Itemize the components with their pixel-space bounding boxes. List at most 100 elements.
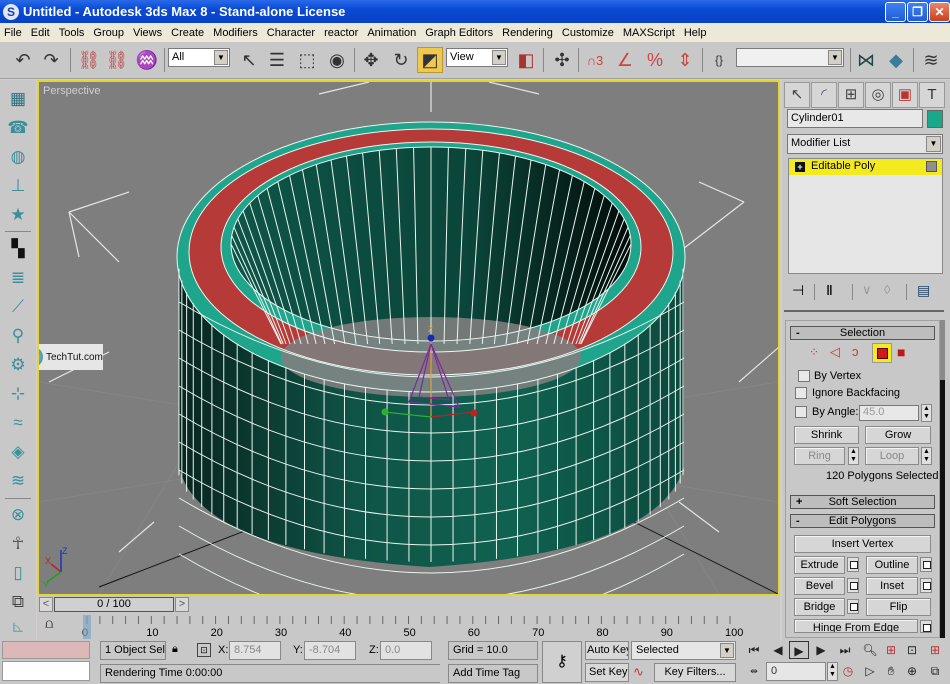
menu-tools[interactable]: Tools [59, 27, 85, 39]
extended-primitives-icon[interactable]: ☎ [6, 117, 30, 139]
minimize-button[interactable]: _ [885, 2, 906, 22]
menu-create[interactable]: Create [171, 27, 204, 39]
time-slider-thumb[interactable]: 0 / 100 [54, 597, 174, 612]
torus-knot-icon[interactable]: ⊗ [6, 504, 30, 526]
auto-key-button[interactable]: Auto Key [585, 641, 629, 660]
box-icon[interactable]: ◈ [6, 441, 30, 463]
set-keys-key-icon[interactable]: ⚷ [542, 641, 582, 683]
menu-animation[interactable]: Animation [367, 27, 416, 39]
time-next-button[interactable]: > [175, 597, 189, 612]
menu-group[interactable]: Group [93, 27, 124, 39]
insert-vertex-button[interactable]: Insert Vertex [794, 535, 931, 553]
pushpin-icon[interactable]: ⊥ [6, 175, 30, 197]
fish-icon[interactable]: ≈ [6, 412, 30, 434]
tab-hierarchy[interactable]: ⊞ [838, 82, 864, 108]
configure-modifier-sets-icon[interactable]: ▤ [917, 282, 930, 299]
menu-customize[interactable]: Customize [562, 27, 614, 39]
modifier-toggle-icon[interactable] [926, 161, 937, 172]
align-icon[interactable]: ◆ [883, 47, 909, 73]
star-icon[interactable]: ★ [6, 204, 30, 226]
redo-icon[interactable]: ↷ [38, 47, 64, 73]
arc-rotate-icon[interactable]: ⊕ [902, 662, 922, 680]
rectangular-selection-icon[interactable]: ⬚ [294, 47, 320, 73]
field-of-view-icon[interactable]: ▷ [860, 662, 880, 680]
unlink-selection-icon[interactable]: ⛓ [104, 47, 130, 73]
bone-icon[interactable]: ⟋ [6, 296, 30, 318]
current-frame-field[interactable]: 0 [766, 662, 826, 681]
menu-maxscript[interactable]: MAXScript [623, 27, 675, 39]
modifier-list-dropdown[interactable]: Modifier List ▼ [787, 134, 943, 154]
tab-utilities[interactable]: T [919, 82, 945, 108]
helper-icon[interactable]: ⊾ [6, 616, 30, 638]
bridge-settings-button[interactable] [847, 599, 859, 614]
current-frame-spinner[interactable]: ▲ ▼ [827, 662, 838, 681]
lock-icon[interactable]: 🔒︎ [172, 643, 178, 656]
loop-spinner[interactable]: ▲ ▼ [921, 447, 932, 465]
select-by-name-icon[interactable]: ☰ [264, 47, 290, 73]
bridge-button[interactable]: Bridge [794, 598, 845, 616]
go-to-start-icon[interactable]: ⏮ [744, 641, 764, 659]
angle-snap-icon[interactable]: ∠ [612, 47, 638, 73]
hinge-settings-button[interactable] [920, 620, 932, 633]
bevel-button[interactable]: Bevel [794, 577, 845, 595]
pin-stack-icon[interactable]: ⊣ [792, 282, 804, 299]
stack-item-editable-poly[interactable]: + Editable Poly [789, 159, 942, 175]
shrink-button[interactable]: Shrink [794, 426, 859, 444]
next-frame-icon[interactable]: ▶ [811, 641, 831, 659]
outline-button[interactable]: Outline [866, 556, 918, 574]
add-time-tag-button[interactable]: Add Time Tag [448, 664, 538, 683]
by-angle-checkbox[interactable] [795, 406, 807, 418]
open-mini-curve-editor-icon[interactable]: ⩍ [45, 616, 53, 632]
vertex-level-icon[interactable]: ⁘ [809, 345, 819, 359]
select-and-move-icon[interactable]: ✥ [358, 47, 384, 73]
tab-motion[interactable]: ◎ [865, 82, 891, 108]
use-pivot-point-icon[interactable]: ◧ [513, 47, 539, 73]
pan-hand-icon[interactable]: ✋︎ [881, 662, 901, 680]
time-prev-button[interactable]: < [39, 597, 53, 612]
grow-button[interactable]: Grow [865, 426, 931, 444]
menu-character[interactable]: Character [267, 27, 315, 39]
make-unique-icon[interactable]: ∨ [862, 282, 872, 298]
menu-modifiers[interactable]: Modifiers [213, 27, 258, 39]
time-configuration-icon[interactable]: ◷ [838, 662, 858, 680]
checker-material-icon[interactable]: ▚ [6, 238, 30, 260]
ignore-backfacing-checkbox[interactable] [795, 387, 807, 399]
3d-snap-icon[interactable]: ∩3 [582, 47, 608, 73]
select-object-icon[interactable]: ↖ [236, 47, 262, 73]
spring-icon[interactable]: ≣ [6, 267, 30, 289]
polygon-level-button[interactable] [872, 343, 892, 363]
window-crossing-icon[interactable]: ◉ [324, 47, 350, 73]
cubes-icon[interactable]: ⧉ [6, 591, 30, 613]
previous-frame-icon[interactable]: ◀ [768, 641, 788, 659]
z-coord-field[interactable]: 0.0 [380, 641, 432, 660]
edit-named-selection-icon[interactable]: {} [706, 47, 732, 73]
maxscript-listener-white[interactable] [2, 661, 90, 681]
show-end-result-icon[interactable]: Ⅱ [826, 282, 833, 299]
bind-space-warp-icon[interactable]: ♒ [134, 47, 160, 73]
key-mode-dropdown[interactable]: Selected ▼ [631, 641, 736, 660]
key-mode-toggle-icon[interactable]: ⇹ [744, 662, 764, 680]
object-color-swatch[interactable] [927, 110, 943, 128]
menu-file[interactable]: File [4, 27, 22, 39]
absolute-mode-toggle-icon[interactable]: ⊡ [197, 643, 211, 657]
zoom-extents-icon[interactable]: ⊡ [902, 641, 922, 659]
key-filters-button[interactable]: Key Filters... [654, 663, 736, 682]
zoom-icon[interactable]: 🔍︎ [860, 641, 880, 659]
track-bar[interactable]: 0102030405060708090100 [37, 614, 780, 640]
default-in-out-tangents-icon[interactable]: ∿ [633, 664, 644, 680]
reference-coordinate-dropdown[interactable]: View ▼ [446, 48, 508, 67]
menu-reactor[interactable]: reactor [324, 27, 358, 39]
menu-rendering[interactable]: Rendering [502, 27, 553, 39]
set-key-button[interactable]: Set Key [585, 663, 629, 682]
layer-manager-icon[interactable]: ≋ [918, 47, 944, 73]
border-level-icon[interactable]: ↄ [852, 344, 859, 359]
by-angle-field[interactable]: 45.0 [859, 405, 919, 421]
play-icon[interactable]: ▶ [789, 641, 809, 659]
weathervane-icon[interactable]: ⊹ [6, 383, 30, 405]
viewport-label[interactable]: Perspective [43, 85, 100, 97]
x-coord-field[interactable]: 8.754 [229, 641, 281, 660]
sphere-icon[interactable]: ◍ [6, 146, 30, 168]
cylinder-icon[interactable]: ▯ [6, 562, 30, 584]
select-and-manipulate-icon[interactable]: ✣ [549, 47, 575, 73]
tab-display[interactable]: ▣ [892, 82, 918, 108]
